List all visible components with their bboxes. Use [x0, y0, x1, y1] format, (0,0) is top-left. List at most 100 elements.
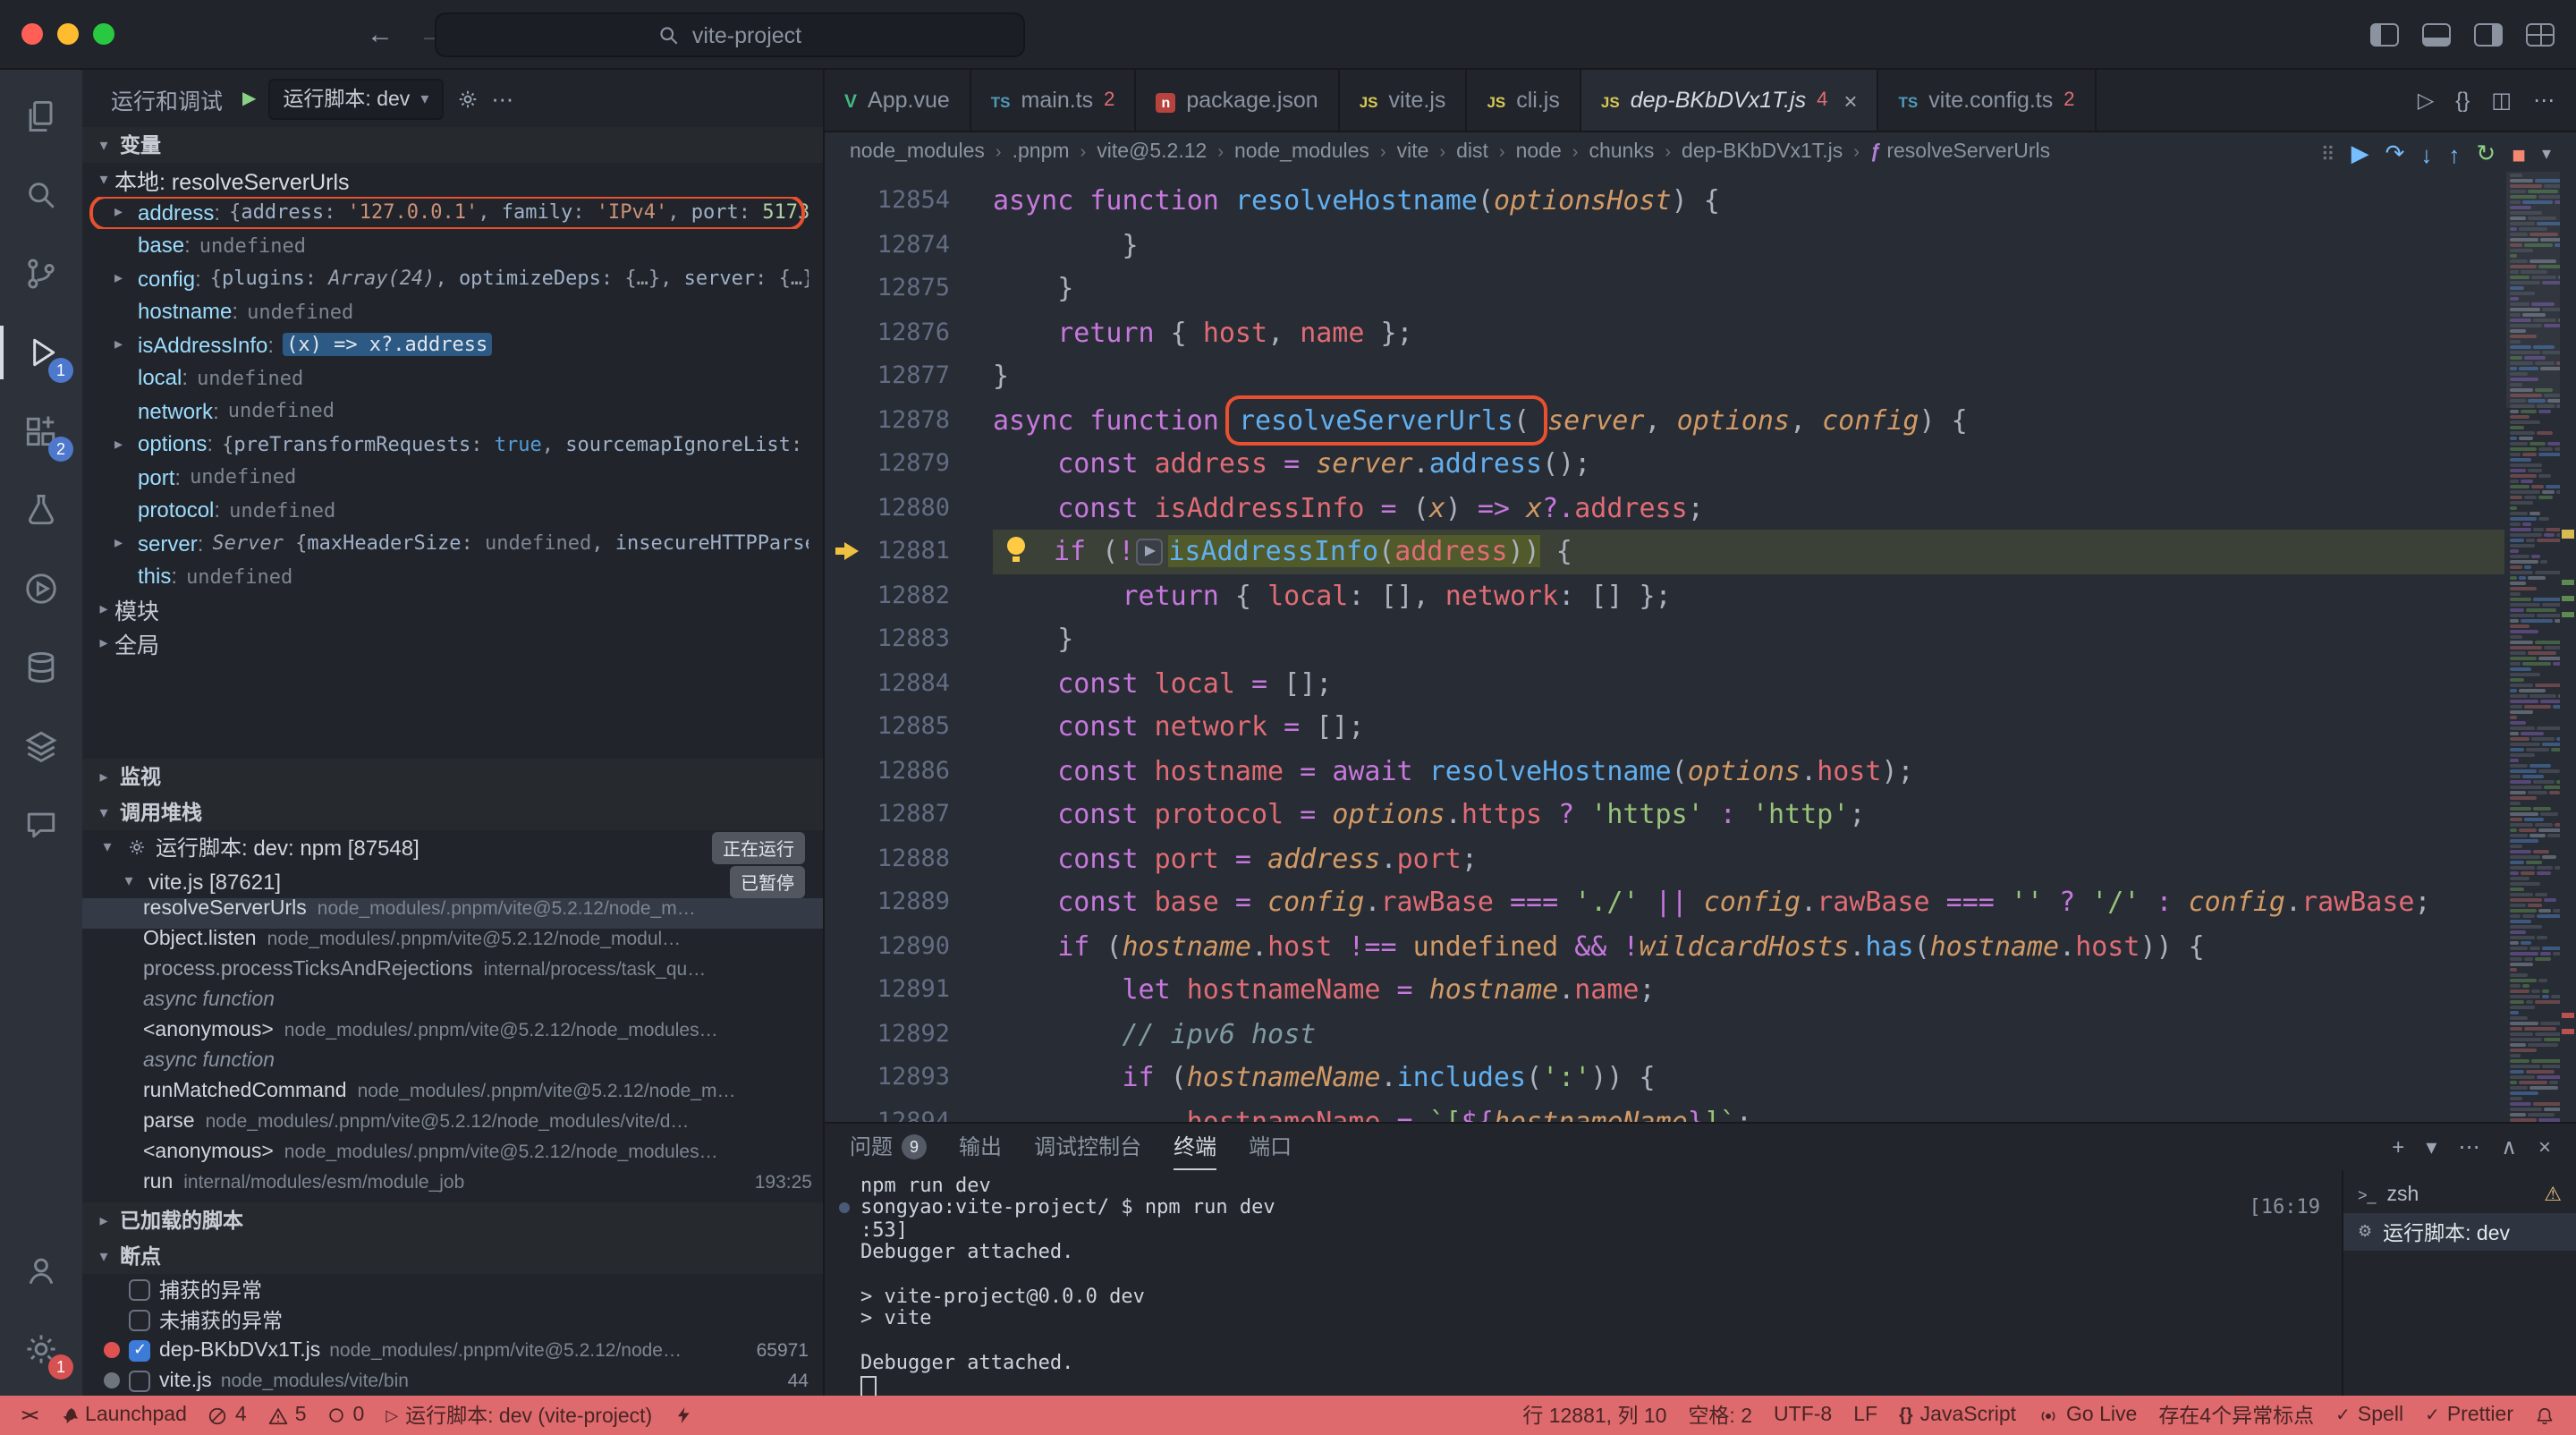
status-remote-indicator[interactable]: ><: [11, 1396, 47, 1435]
stack-frame[interactable]: resolveServerUrlsnode_modules/.pnpm/vite…: [82, 898, 823, 929]
panel-tab-问题[interactable]: 问题9: [850, 1124, 927, 1170]
stack-frame[interactable]: Object.listennode_modules/.pnpm/vite@5.2…: [82, 929, 823, 959]
status-runner[interactable]: [663, 1396, 700, 1435]
restart-icon[interactable]: ↻: [2476, 140, 2496, 168]
breadcrumb-item[interactable]: node_modules: [1234, 141, 1369, 163]
chevron-right-icon[interactable]: ▸: [114, 203, 138, 223]
stack-frame[interactable]: <anonymous>node_modules/.pnpm/vite@5.2.1…: [82, 1020, 823, 1050]
breadcrumb-item[interactable]: .pnpm: [1013, 141, 1070, 163]
status-notifications-bell[interactable]: [2524, 1396, 2565, 1435]
section-watch[interactable]: ▸ 监视: [82, 759, 823, 794]
split-editor-icon[interactable]: ◫: [2491, 88, 2512, 113]
command-center-search[interactable]: vite-project: [435, 13, 1025, 57]
stack-frame[interactable]: runMatchedCommandnode_modules/.pnpm/vite…: [82, 1081, 823, 1111]
chevron-down-icon[interactable]: ▾: [2426, 1134, 2436, 1159]
panel-tab-端口[interactable]: 端口: [1249, 1124, 1292, 1170]
editor[interactable]: 12854async function resolveHostname(opti…: [825, 172, 2576, 1122]
run-icon[interactable]: ▷: [2418, 88, 2434, 113]
breadcrumb-item[interactable]: chunks: [1589, 141, 1654, 163]
stack-frame[interactable]: async function: [82, 1050, 823, 1081]
tab-App.vue[interactable]: VApp.vue: [825, 70, 971, 131]
chevron-right-icon[interactable]: ▸: [114, 435, 138, 454]
explorer-icon[interactable]: [0, 77, 82, 156]
testing-icon[interactable]: [0, 471, 82, 549]
variable-row[interactable]: this:undefined: [82, 560, 823, 593]
variable-row[interactable]: ▸config:{plugins: Array(24), optimizeDep…: [82, 262, 823, 295]
stack-frame[interactable]: <anonymous>node_modules/.pnpm/vite@5.2.1…: [82, 1142, 823, 1172]
minimize-window-button[interactable]: [57, 23, 79, 45]
stack-frame[interactable]: runinternal/modules/esm/module_job193:25: [82, 1172, 823, 1202]
close-icon[interactable]: ×: [1843, 87, 1857, 114]
tab-cli.js[interactable]: JScli.js: [1467, 70, 1580, 131]
chevron-right-icon[interactable]: ▸: [114, 269, 138, 289]
section-loaded-scripts[interactable]: ▸ 已加载的脚本: [82, 1202, 823, 1238]
layers-icon[interactable]: [0, 707, 82, 785]
minimap[interactable]: [2506, 172, 2560, 1122]
breadcrumb-item[interactable]: vite@5.2.12: [1097, 141, 1207, 163]
variable-row[interactable]: ▸options:{preTransformRequests: true, so…: [82, 428, 823, 461]
tab-vite.js[interactable]: JSvite.js: [1340, 70, 1468, 131]
step-out-icon[interactable]: ↑: [2448, 140, 2460, 167]
debug-session-row[interactable]: ▾运行脚本: dev: npm [87548]正在运行: [82, 830, 823, 864]
terminal-instance-zsh[interactable]: >_zsh⚠: [2343, 1176, 2576, 1213]
breadcrumb-item[interactable]: node: [1516, 141, 1562, 163]
section-breakpoints[interactable]: ▾ 断点: [82, 1238, 823, 1274]
layout-panel-bottom-icon[interactable]: [2422, 22, 2451, 46]
status-cursor-position[interactable]: 行 12881, 列 10: [1512, 1396, 1677, 1435]
breakpoint-checkbox[interactable]: [129, 1309, 150, 1330]
tab-vite.config.ts[interactable]: TSvite.config.ts2: [1879, 70, 2097, 131]
stack-frame[interactable]: process.processTicksAndRejectionsinterna…: [82, 959, 823, 989]
more-actions-icon[interactable]: ⋯: [2458, 1134, 2479, 1159]
breakpoint-checkbox[interactable]: [129, 1339, 150, 1361]
breakpoint-row[interactable]: 未捕获的异常: [82, 1304, 823, 1335]
maximize-panel-icon[interactable]: ∧: [2501, 1134, 2517, 1159]
panel-tab-终端[interactable]: 终端: [1174, 1124, 1216, 1170]
tab-dep-BKbDVx1T.js[interactable]: JSdep-BKbDVx1T.js4×: [1581, 70, 1879, 131]
debug-config-dropdown[interactable]: 运行脚本: dev ▾: [268, 78, 443, 119]
chevron-icon[interactable]: ▾: [2542, 144, 2551, 164]
breadcrumb-item[interactable]: ƒ resolveServerUrls: [1870, 141, 2050, 163]
run-circle-icon[interactable]: [0, 549, 82, 628]
close-panel-icon[interactable]: ×: [2538, 1134, 2551, 1159]
run-and-debug-icon[interactable]: 1: [0, 313, 82, 392]
layout-sidebar-right-icon[interactable]: [2474, 22, 2503, 46]
status-go-live[interactable]: Go Live: [2027, 1396, 2148, 1435]
variable-row[interactable]: protocol:undefined: [82, 494, 823, 527]
continue-icon[interactable]: ▶: [2351, 140, 2369, 168]
settings-icon[interactable]: 1: [0, 1310, 82, 1388]
start-debugging-icon[interactable]: ▶: [242, 89, 256, 108]
status-notifications-count[interactable]: 0: [318, 1396, 376, 1435]
breakpoint-checkbox[interactable]: [129, 1370, 150, 1391]
step-into-icon[interactable]: ↓: [2420, 140, 2432, 167]
variables-scope-row[interactable]: ▾ 本地: resolveServerUrls: [82, 163, 823, 196]
status-spell-checker[interactable]: ✓Spell: [2325, 1396, 2414, 1435]
section-variables[interactable]: ▾ 变量: [82, 127, 823, 163]
terminal[interactable]: npm run devsongyao:vite-project/ $ npm r…: [825, 1170, 2342, 1396]
variable-row[interactable]: ▸address:{address: '127.0.0.1', family: …: [82, 196, 823, 229]
database-icon[interactable]: [0, 628, 82, 707]
breakpoint-row[interactable]: 捕获的异常: [82, 1274, 823, 1304]
close-window-button[interactable]: [21, 23, 43, 45]
section-call-stack[interactable]: ▾ 调用堆栈: [82, 794, 823, 830]
terminal-instance-运行脚本: dev[interactable]: ⚙运行脚本: dev: [2343, 1213, 2576, 1251]
variable-row[interactable]: ▸server:Server {maxHeaderSize: undefined…: [82, 527, 823, 560]
debug-session-row[interactable]: ▾vite.js [87621]已暂停: [82, 864, 823, 898]
comments-icon[interactable]: [0, 785, 82, 864]
tab-main.ts[interactable]: TSmain.ts2: [971, 70, 1137, 131]
breakpoint-row[interactable]: dep-BKbDVx1T.jsnode_modules/.pnpm/vite@5…: [82, 1335, 823, 1365]
stop-icon[interactable]: ■: [2512, 140, 2526, 167]
gear-icon[interactable]: [455, 87, 479, 110]
breakpoint-row[interactable]: vite.jsnode_modules/vite/bin44: [82, 1365, 823, 1396]
status-debug-target[interactable]: ▷运行脚本: dev (vite-project): [375, 1396, 663, 1435]
breadcrumb-item[interactable]: node_modules: [850, 141, 985, 163]
step-over-icon[interactable]: ↷: [2385, 140, 2405, 168]
new-terminal-icon[interactable]: +: [2392, 1134, 2404, 1159]
status-indentation[interactable]: 空格: 2: [1677, 1396, 1763, 1435]
status-problems-errors[interactable]: 4: [198, 1396, 258, 1435]
zoom-window-button[interactable]: [93, 23, 114, 45]
tab-package.json[interactable]: npackage.json: [1136, 70, 1339, 131]
status-problems-warnings[interactable]: 5: [258, 1396, 318, 1435]
variable-row[interactable]: base:undefined: [82, 229, 823, 262]
status-eol[interactable]: LF: [1843, 1396, 1888, 1435]
variable-row[interactable]: hostname:undefined: [82, 295, 823, 328]
